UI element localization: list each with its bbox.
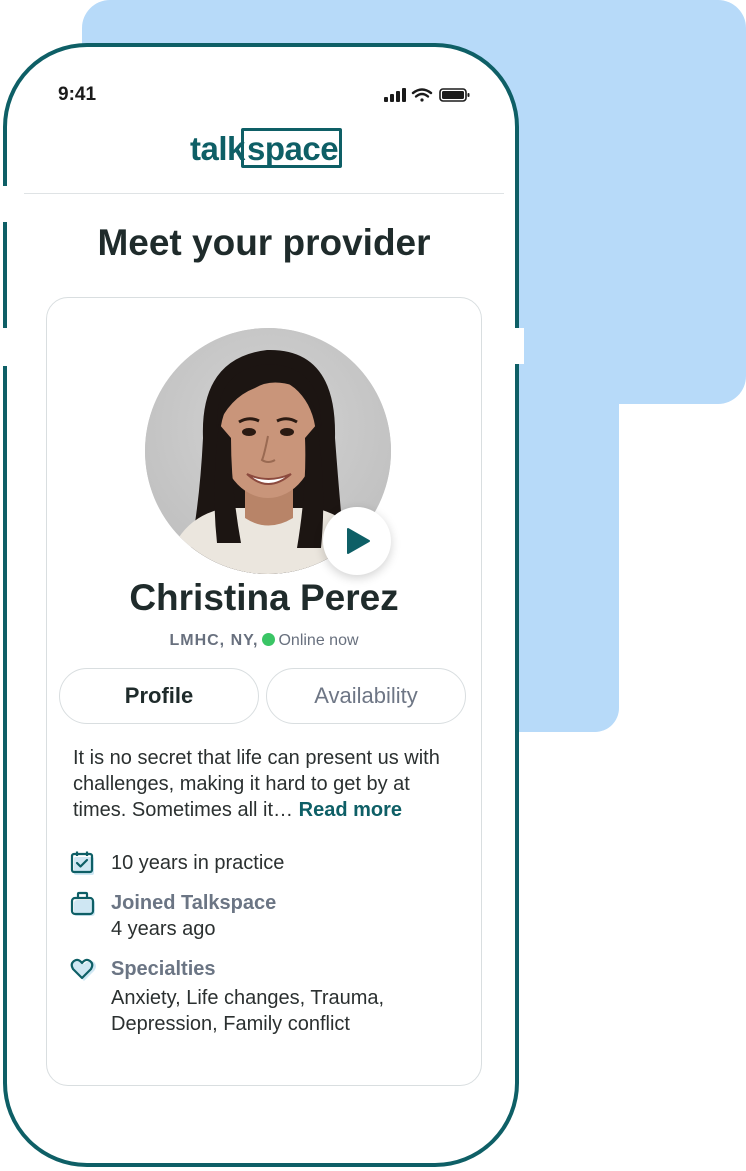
wifi-icon (411, 88, 433, 102)
specialties-line-1: Anxiety, Life changes, Trauma, (111, 987, 385, 1009)
provider-credentials: LMHC, NY, Online now (46, 632, 482, 650)
status-bar: 9:41 (58, 84, 478, 106)
provider-bio: It is no secret that life can present us… (73, 745, 468, 823)
play-video-button[interactable] (323, 507, 391, 575)
provider-license: LMHC, NY, (169, 632, 259, 649)
experience-text: 10 years in practice (111, 852, 285, 874)
logo-text-talk: talk (190, 130, 245, 167)
specialties-label: Specialties (111, 958, 216, 980)
play-icon (347, 528, 370, 554)
calendar-check-icon (70, 851, 94, 875)
heart-icon (70, 958, 96, 981)
side-button-gap (0, 186, 10, 222)
battery-icon (439, 88, 470, 102)
talkspace-logo: talk space (190, 126, 350, 172)
joined-value: 4 years ago (111, 918, 216, 940)
signal-icon (384, 88, 406, 102)
logo-text-space: space (247, 130, 339, 167)
side-button-gap (0, 328, 10, 366)
status-icons (384, 87, 472, 108)
tab-profile[interactable]: Profile (59, 668, 259, 724)
page-title: Meet your provider (97, 222, 431, 263)
specialties-line-2: Depression, Family conflict (111, 1013, 350, 1035)
online-status-text: Online now (278, 632, 359, 649)
provider-name: Christina Perez (129, 577, 399, 618)
status-time: 9:41 (58, 84, 97, 105)
read-more-link[interactable]: Read more (299, 799, 402, 821)
online-status-dot (262, 633, 276, 646)
side-button-gap (514, 328, 524, 364)
header-divider (24, 193, 504, 194)
briefcase-icon (70, 891, 95, 916)
tab-availability[interactable]: Availability (266, 668, 466, 724)
joined-label: Joined Talkspace (111, 892, 277, 914)
